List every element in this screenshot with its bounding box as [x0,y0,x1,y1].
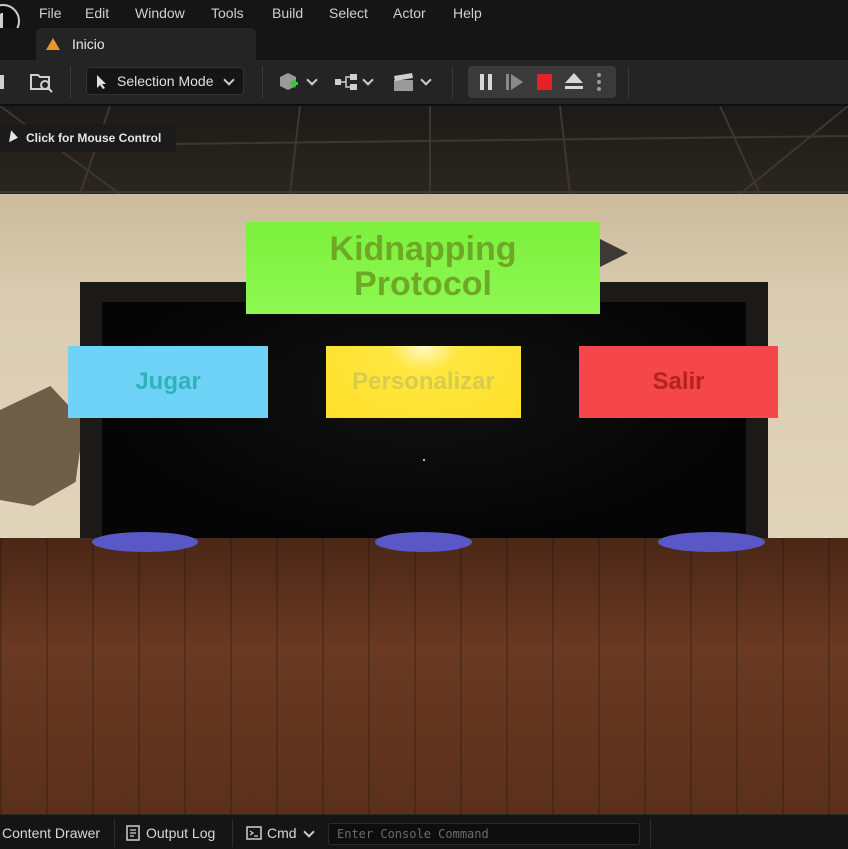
play-button[interactable]: Jugar [68,346,268,418]
statusbar-separator [114,819,115,847]
quit-button[interactable]: Salir [579,346,778,418]
menu-bar: File Edit Window Tools Build Select Acto… [0,0,848,38]
crosshair [423,459,425,461]
customize-button[interactable]: Personalizar [326,346,521,418]
menu-build[interactable]: Build [272,5,303,21]
cursor-icon [9,130,19,144]
game-title-panel: Kidnapping Protocol [246,222,600,314]
mouse-control-label: Click for Mouse Control [26,131,162,145]
trigger-pad-personalizar [375,532,472,552]
toolbar-separator [452,66,453,98]
more-options-icon[interactable] [596,72,602,97]
cmd-dropdown[interactable]: Cmd [267,825,297,841]
add-actor-button[interactable] [278,70,318,94]
menu-actor[interactable]: Actor [393,5,426,21]
selection-mode-label: Selection Mode [117,73,214,89]
terminal-icon [246,826,262,845]
tab-label: Inicio [72,36,105,52]
level-icon [46,38,60,50]
menu-edit[interactable]: Edit [85,5,109,21]
tab-inicio[interactable]: Inicio [36,28,256,60]
menu-tools[interactable]: Tools [211,5,244,21]
console-command-input[interactable] [328,823,640,845]
game-title-line1: Kidnapping [329,230,517,268]
menu-select[interactable]: Select [329,5,368,21]
title-flag [600,239,628,267]
toolbar-separator [70,66,71,98]
cinematics-button[interactable] [392,70,432,94]
trigger-pad-jugar [92,532,198,552]
add-cube-icon [280,73,298,90]
game-title-line2: Protocol [354,265,492,303]
chevron-down-icon [420,74,432,86]
main-toolbar: Selection Mode [0,60,848,106]
chevron-down-icon [223,74,235,86]
menu-window[interactable]: Window [135,5,185,21]
chevron-down-icon [303,826,315,838]
statusbar-separator [232,819,233,847]
output-log-button[interactable]: Output Log [146,825,215,841]
tab-row: Inicio [0,28,848,60]
game-viewport[interactable]: Click for Mouse Control Kidnapping Proto… [0,106,848,814]
trigger-pad-salir [658,532,765,552]
selection-mode-dropdown[interactable]: Selection Mode [86,67,244,95]
output-log-icon [126,825,140,846]
status-bar: Content Drawer Output Log Cmd [0,814,848,849]
blueprint-button[interactable] [334,70,374,94]
frame-skip-icon[interactable] [506,74,524,95]
chevron-down-icon [362,74,374,86]
save-icon[interactable] [0,70,6,94]
content-browser-icon[interactable] [30,70,54,94]
content-drawer-button[interactable]: Content Drawer [2,825,100,841]
toolbar-separator [262,66,263,98]
mouse-control-hint[interactable]: Click for Mouse Control [0,124,176,152]
stop-icon[interactable] [537,74,553,95]
statusbar-separator [650,819,651,847]
wooden-floor [0,538,848,814]
play-controls [468,66,616,98]
menu-file[interactable]: File [39,5,62,21]
chevron-down-icon [306,74,318,86]
cursor-arrow-icon [97,75,106,89]
clapperboard-icon [394,73,413,91]
toolbar-separator [628,66,629,98]
menu-help[interactable]: Help [453,5,482,21]
pause-icon[interactable] [479,74,493,95]
dark-doorway [102,302,746,538]
blueprint-nodes-icon [335,74,357,90]
eject-icon[interactable] [564,73,584,96]
